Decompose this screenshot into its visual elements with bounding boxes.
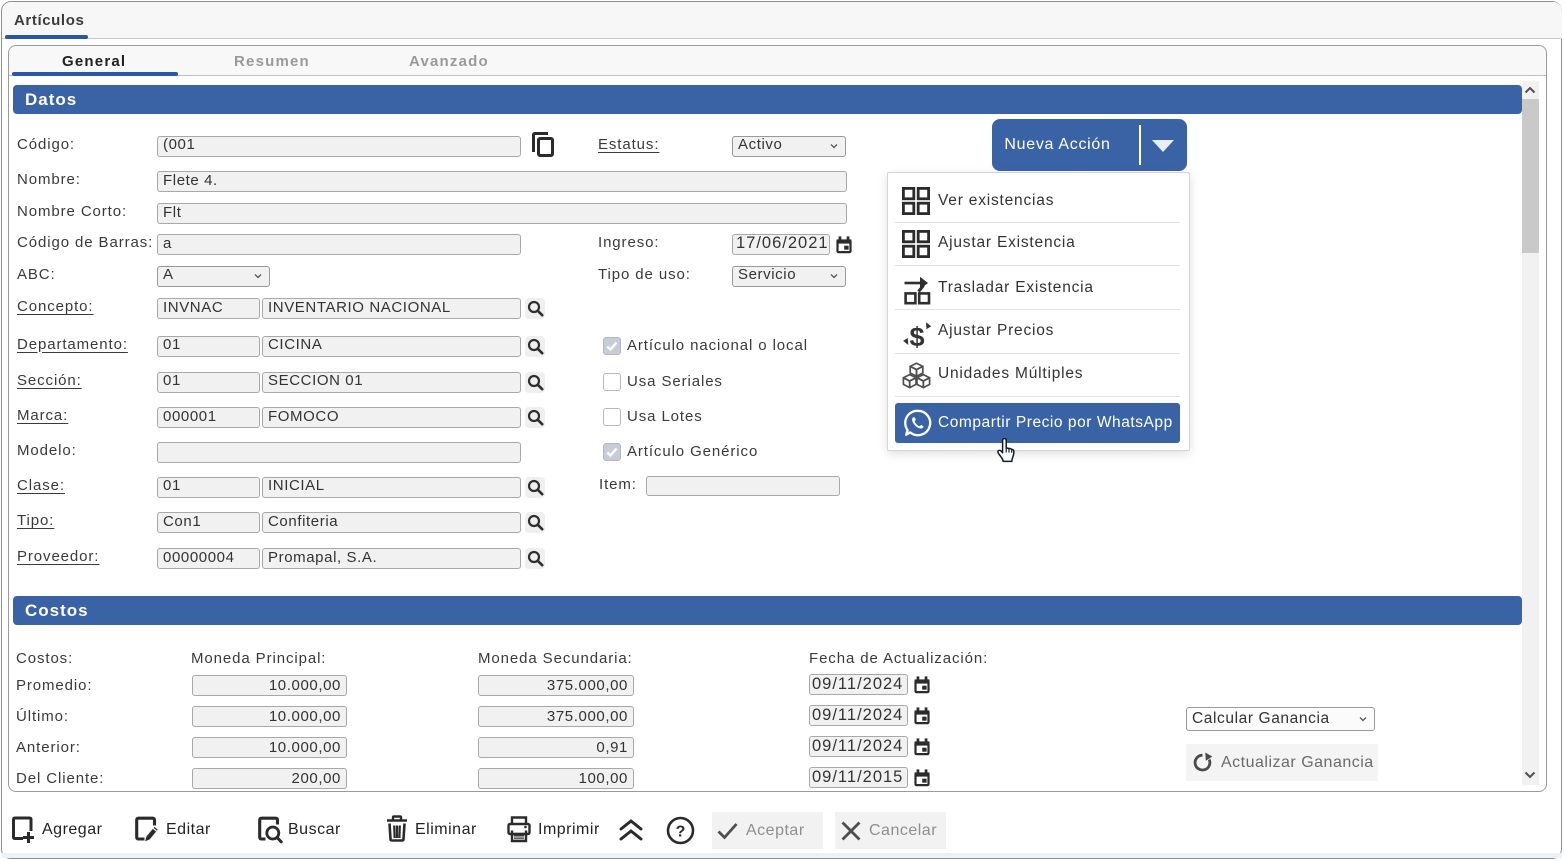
svg-text:?: ? xyxy=(676,824,686,841)
svg-text:$: $ xyxy=(910,322,925,349)
